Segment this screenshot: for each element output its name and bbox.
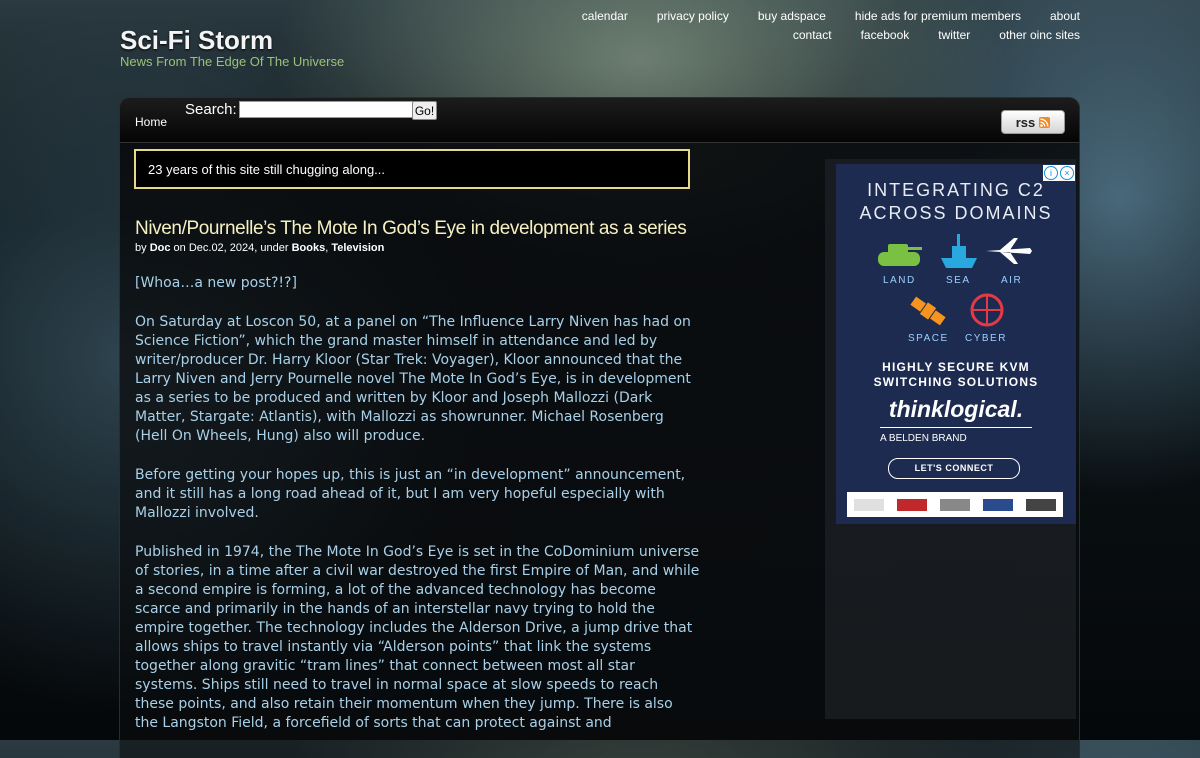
ad-headline-line-2: ACROSS DOMAINS	[859, 203, 1053, 223]
ad-kvm-text: HIGHLY SECURE KVM SWITCHING SOLUTIONS	[836, 360, 1076, 390]
nav-hide-ads-link[interactable]: hide ads for premium members	[855, 9, 1021, 28]
nav-twitter-link[interactable]: twitter	[938, 28, 970, 47]
cyber-globe-icon	[970, 293, 1004, 327]
top-nav: calendar privacy policy buy adspace hide…	[540, 9, 1080, 47]
post-paragraph: Before getting your hopes up, this is ju…	[135, 467, 686, 521]
site-tagline: News From The Edge Of The Universe	[120, 54, 345, 69]
ad-headline-line-1: INTEGRATING C2	[867, 180, 1045, 200]
category-television-link[interactable]: Television	[331, 242, 384, 254]
search-label: Search:	[185, 101, 237, 118]
nav-other-oinc-sites-link[interactable]: other oinc sites	[999, 28, 1080, 47]
space-satellite-icon	[910, 296, 946, 326]
partner-logo	[853, 498, 884, 511]
post-meta: by Doc on Dec.02, 2024, under Books, Tel…	[135, 242, 385, 254]
category-books-link[interactable]: Books	[292, 242, 326, 254]
ad-domain-sea: SEA	[946, 275, 971, 286]
nav-facebook-link[interactable]: facebook	[861, 28, 910, 47]
menu-bar: Home Search: Go! rss	[120, 98, 1079, 143]
ad-kvm-line-1: HIGHLY SECURE KVM	[882, 360, 1030, 374]
nav-about-link[interactable]: about	[1050, 9, 1080, 28]
rss-button[interactable]: rss	[1001, 110, 1065, 134]
sidebar: i × INTEGRATING C2 ACROSS DOMAINS LAND S…	[825, 159, 1076, 719]
post-body: [Whoa…a new post?!?] On Saturday at Losc…	[135, 274, 700, 753]
home-link[interactable]: Home	[135, 115, 167, 129]
post-meta-by: by	[135, 242, 147, 254]
content-frame: Home Search: Go! rss 23 years of this si…	[120, 98, 1079, 758]
post-paragraph: [Whoa…a new post?!?]	[135, 275, 297, 291]
ad-kvm-line-2: SWITCHING SOLUTIONS	[873, 375, 1039, 389]
partner-logo	[1026, 498, 1057, 511]
ad-close-icon[interactable]: ×	[1060, 166, 1074, 180]
nav-contact-link[interactable]: contact	[793, 28, 832, 47]
sea-ship-icon	[941, 234, 977, 268]
top-nav-row-2: contact facebook twitter other oinc site…	[540, 28, 1080, 47]
ad-domain-cyber: CYBER	[965, 333, 1007, 344]
site-notice: 23 years of this site still chugging alo…	[134, 149, 690, 189]
ad-headline: INTEGRATING C2 ACROSS DOMAINS	[836, 179, 1076, 225]
search-input[interactable]	[239, 101, 413, 118]
post-paragraph: Published in 1974, the The Mote In God’s…	[135, 544, 700, 731]
top-nav-row-1: calendar privacy policy buy adspace hide…	[540, 9, 1080, 28]
ad-brand-logo: thinklogical.	[888, 396, 1024, 422]
post-author-link[interactable]: Doc	[150, 242, 171, 254]
sidebar-ad[interactable]: i × INTEGRATING C2 ACROSS DOMAINS LAND S…	[836, 164, 1076, 524]
nav-privacy-policy-link[interactable]: privacy policy	[657, 9, 729, 28]
post-paragraph: On Saturday at Loscon 50, at a panel on …	[135, 314, 691, 444]
ad-divider	[880, 427, 1032, 428]
partner-logo	[896, 498, 927, 511]
ad-belden-text: A BELDEN BRAND	[880, 433, 967, 444]
post-title[interactable]: Niven/Pournelle’s The Mote In God’s Eye …	[135, 218, 735, 240]
ad-domain-space: SPACE	[908, 333, 949, 344]
nav-buy-adspace-link[interactable]: buy adspace	[758, 9, 826, 28]
search-go-button[interactable]: Go!	[412, 101, 437, 120]
land-tank-icon	[878, 244, 922, 266]
air-jet-icon	[986, 238, 1032, 264]
ad-domain-land: LAND	[883, 275, 916, 286]
partner-logo	[939, 498, 970, 511]
rss-label: rss	[1015, 114, 1036, 130]
ad-cta-button[interactable]: LET'S CONNECT	[888, 458, 1020, 479]
ad-info-icon[interactable]: i	[1044, 166, 1058, 180]
rss-icon	[1039, 116, 1051, 128]
nav-calendar-link[interactable]: calendar	[582, 9, 628, 28]
partner-logo	[983, 498, 1014, 511]
post-meta-on: on Dec.02, 2024, under	[173, 242, 289, 254]
ad-partner-logos	[847, 492, 1063, 517]
ad-domain-air: AIR	[1001, 275, 1023, 286]
site-title[interactable]: Sci-Fi Storm	[120, 25, 273, 56]
